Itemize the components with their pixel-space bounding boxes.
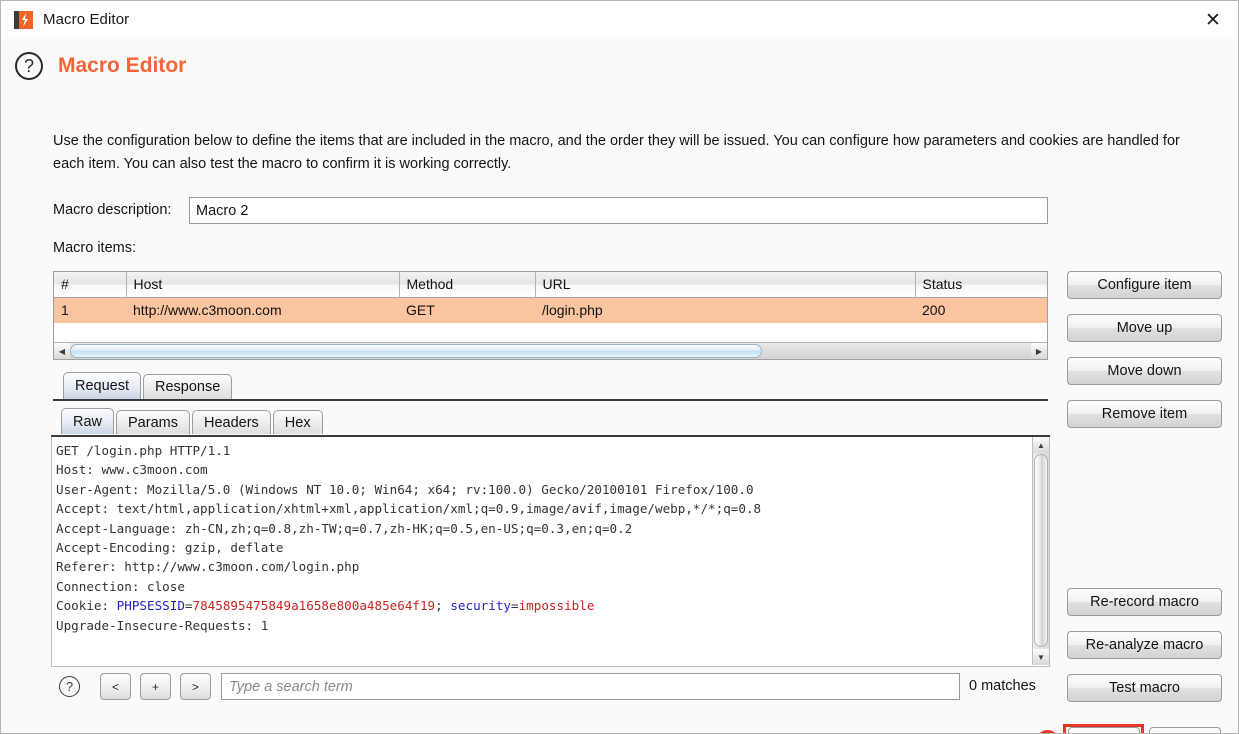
tab-response[interactable]: Response xyxy=(143,374,233,399)
window-titlebar: Macro Editor ✕ xyxy=(1,1,1238,39)
scroll-left-icon[interactable]: ◀ xyxy=(54,343,70,359)
tab-hex[interactable]: Hex xyxy=(272,410,323,434)
request-vertical-scrollbar[interactable]: ▲ ▼ xyxy=(1032,437,1049,665)
configure-item-button[interactable]: Configure item xyxy=(1067,271,1222,299)
search-next-button[interactable]: > xyxy=(180,673,211,700)
move-up-button[interactable]: Move up xyxy=(1067,314,1222,342)
tab-headers[interactable]: Headers xyxy=(191,410,271,434)
close-icon[interactable]: ✕ xyxy=(1196,7,1230,33)
column-header-num[interactable]: # xyxy=(54,272,127,298)
search-match-count: 0 matches xyxy=(969,678,1036,694)
cell-status: 200 xyxy=(915,297,1047,323)
macro-description-label: Macro description: xyxy=(53,202,172,218)
macro-description-input[interactable] xyxy=(189,197,1048,224)
scrollbar-thumb[interactable] xyxy=(70,344,762,358)
table-horizontal-scrollbar[interactable]: ◀ ▶ xyxy=(54,342,1047,359)
scroll-down-icon[interactable]: ▼ xyxy=(1033,649,1049,665)
window-title: Macro Editor xyxy=(43,11,130,28)
macro-editor-dialog: Macro Editor ✕ ? Macro Editor Use the co… xyxy=(0,0,1239,734)
page-heading: ? Macro Editor xyxy=(15,52,186,80)
request-raw-text: GET /login.php HTTP/1.1 Host: www.c3moon… xyxy=(56,443,762,633)
column-header-host[interactable]: Host xyxy=(126,272,400,298)
re-record-macro-button[interactable]: Re-record macro xyxy=(1067,588,1222,616)
view-tabs: Raw Params Headers Hex xyxy=(61,408,325,434)
column-header-url[interactable]: URL xyxy=(535,272,916,298)
help-icon[interactable]: ? xyxy=(15,52,43,80)
request-viewer[interactable]: GET /login.php HTTP/1.1 Host: www.c3moon… xyxy=(51,437,1050,667)
scrollbar-track[interactable] xyxy=(70,343,1031,359)
annotation-badge-1: 1 xyxy=(1036,730,1059,733)
cell-method: GET xyxy=(399,297,535,323)
column-header-status[interactable]: Status xyxy=(915,272,1047,298)
column-header-method[interactable]: Method xyxy=(399,272,536,298)
table-row[interactable]: 1 http://www.c3moon.com GET /login.php 2… xyxy=(54,297,1047,323)
scroll-right-icon[interactable]: ▶ xyxy=(1031,343,1047,359)
remove-item-button[interactable]: Remove item xyxy=(1067,400,1222,428)
intro-text: Use the configuration below to define th… xyxy=(53,133,1180,172)
message-tabs: Request Response xyxy=(63,372,234,399)
re-analyze-macro-button[interactable]: Re-analyze macro xyxy=(1067,631,1222,659)
dialog-content: ? Macro Editor Use the configuration bel… xyxy=(1,39,1238,733)
table-header-row: # Host Method URL Status xyxy=(54,272,1047,298)
search-prev-button[interactable]: < xyxy=(100,673,131,700)
search-help-icon[interactable]: ? xyxy=(59,676,80,697)
cell-url: /login.php xyxy=(535,297,915,323)
page-title: Macro Editor xyxy=(58,54,187,77)
cell-host: http://www.c3moon.com xyxy=(126,297,399,323)
message-tabs-underline xyxy=(53,399,1048,401)
cancel-button[interactable]: Cancel xyxy=(1149,727,1221,733)
scrollbar-thumb-vertical[interactable] xyxy=(1034,454,1048,647)
tab-raw[interactable]: Raw xyxy=(61,408,115,434)
macro-items-label: Macro items: xyxy=(53,240,136,256)
ok-button[interactable]: OK xyxy=(1068,727,1140,733)
search-input[interactable] xyxy=(221,673,960,700)
tab-params[interactable]: Params xyxy=(116,410,190,434)
move-down-button[interactable]: Move down xyxy=(1067,357,1222,385)
macro-items-table: # Host Method URL Status 1 http://www.c3… xyxy=(53,271,1048,360)
cell-num: 1 xyxy=(54,297,126,323)
search-add-button[interactable]: + xyxy=(140,673,171,700)
scroll-up-icon[interactable]: ▲ xyxy=(1033,437,1049,453)
test-macro-button[interactable]: Test macro xyxy=(1067,674,1222,702)
burp-suite-icon xyxy=(14,10,34,30)
tab-request[interactable]: Request xyxy=(63,372,142,399)
